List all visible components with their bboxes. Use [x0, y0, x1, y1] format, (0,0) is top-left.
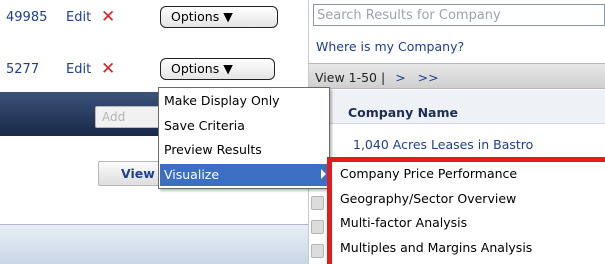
pagination-bar: View 1-50 | > >> — [309, 63, 605, 89]
column-header-company-name[interactable]: Company Name — [348, 105, 458, 120]
edit-link[interactable]: Edit — [66, 62, 91, 77]
menu-item-visualize[interactable]: Visualize — [160, 164, 330, 186]
last-page-link[interactable]: >> — [418, 70, 439, 85]
delete-icon[interactable]: ✕ — [101, 59, 115, 79]
criteria-id: 49985 — [6, 10, 48, 25]
submenu-item-company-price-performance[interactable]: Company Price Performance — [340, 166, 517, 181]
delete-icon[interactable]: ✕ — [101, 7, 115, 27]
menu-item-make-display-only[interactable]: Make Display Only — [160, 90, 330, 112]
help-link[interactable]: Where is my Company? — [316, 39, 464, 54]
options-button[interactable]: Options ▼ — [160, 6, 278, 28]
section-header-strip — [0, 224, 315, 264]
menu-item-label: Visualize — [164, 167, 220, 182]
row-toggle-icon[interactable] — [311, 196, 324, 210]
submenu-item-multiples-and-margins-analysis[interactable]: Multiples and Margins Analysis — [340, 240, 532, 255]
chevron-right-icon — [321, 169, 326, 179]
criteria-row: 49985 Edit ✕ Options ▼ — [0, 0, 315, 34]
results-range: View 1-50 | — [315, 70, 386, 85]
menu-item-preview-results[interactable]: Preview Results — [160, 139, 330, 161]
options-button[interactable]: Options ▼ — [160, 58, 275, 80]
result-link[interactable]: 1,040 Acres Leases in Bastro — [353, 137, 533, 152]
edit-link[interactable]: Edit — [66, 10, 91, 25]
row-toggle-icon[interactable] — [311, 244, 324, 258]
submenu-item-multi-factor-analysis[interactable]: Multi-factor Analysis — [340, 215, 467, 230]
menu-item-save-criteria[interactable]: Save Criteria — [160, 115, 330, 137]
search-input[interactable]: Search Results for Company — [313, 4, 605, 26]
options-context-menu: Make Display Only Save Criteria Preview … — [158, 87, 330, 189]
row-toggle-icon[interactable] — [311, 220, 324, 234]
next-page-link[interactable]: > — [395, 70, 405, 85]
add-button[interactable]: Add — [95, 106, 162, 128]
criteria-row: 5277 Edit ✕ Options ▼ — [0, 52, 315, 86]
submenu-item-geography-sector-overview[interactable]: Geography/Sector Overview — [340, 191, 516, 206]
criteria-id: 5277 — [6, 62, 40, 77]
